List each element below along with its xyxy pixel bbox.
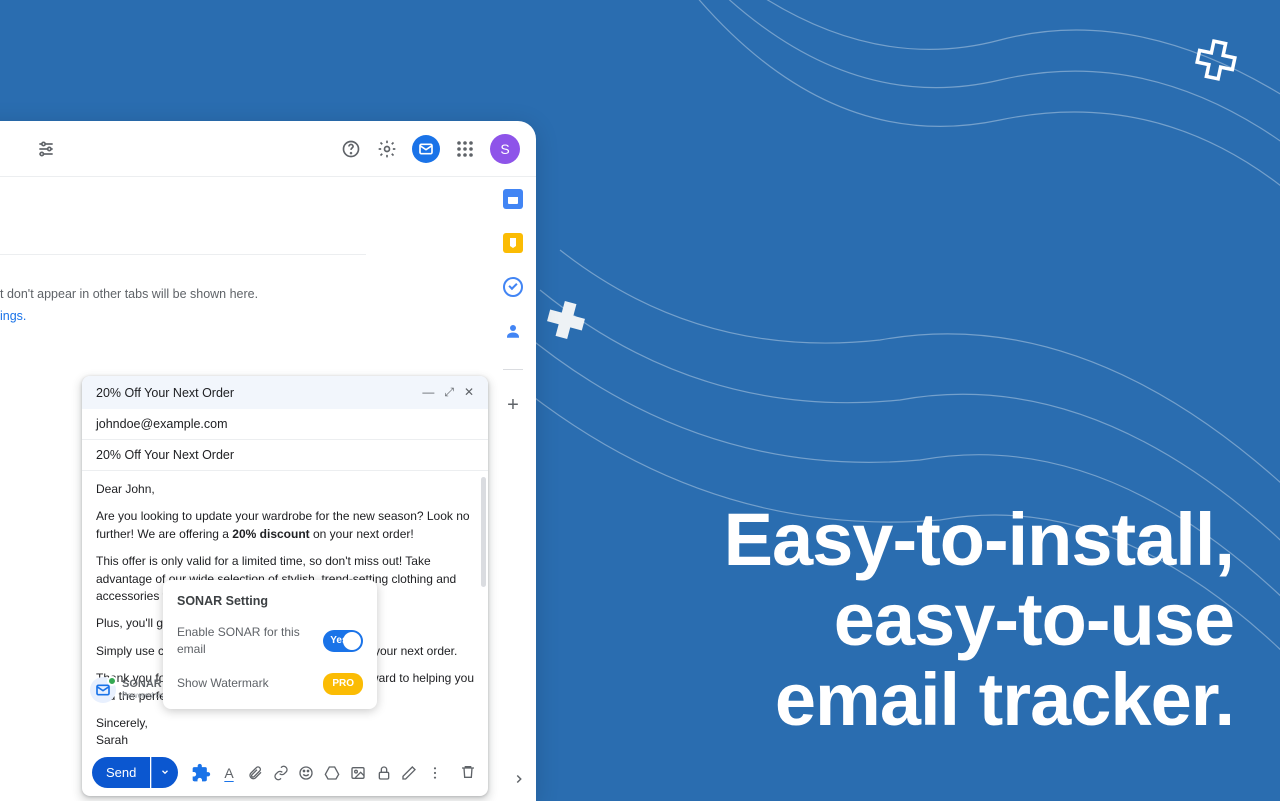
lock-icon[interactable] bbox=[375, 764, 393, 782]
compose-subject-field[interactable]: 20% Off Your Next Order bbox=[82, 440, 488, 471]
body-sig2: Sarah bbox=[96, 732, 474, 749]
hero-text: Easy-to-install, easy-to-use email track… bbox=[724, 500, 1234, 740]
inbox-empty-area: t don't appear in other tabs will be sho… bbox=[0, 177, 536, 323]
enable-sonar-toggle[interactable]: Yes bbox=[323, 630, 363, 652]
popover-watermark-label: Show Watermark bbox=[177, 675, 269, 692]
sonar-settings-popover: SONAR Setting Enable SONAR for this emai… bbox=[163, 580, 377, 709]
sonar-logo-icon bbox=[90, 677, 116, 703]
send-options-button[interactable] bbox=[151, 757, 178, 788]
hero-line-3: email tracker. bbox=[775, 658, 1234, 741]
hero-line-1: Easy-to-install, bbox=[724, 498, 1234, 581]
scroll-thumb[interactable] bbox=[481, 477, 486, 587]
contacts-icon[interactable] bbox=[503, 321, 523, 341]
top-toolbar: S bbox=[0, 121, 536, 177]
compose-header: 20% Off Your Next Order — ⤢ ✕ bbox=[82, 376, 488, 409]
extension-icon[interactable] bbox=[190, 762, 212, 784]
more-icon[interactable] bbox=[426, 764, 444, 782]
image-icon[interactable] bbox=[349, 764, 367, 782]
compose-toolbar: Send A bbox=[82, 751, 488, 796]
compose-title: 20% Off Your Next Order bbox=[96, 386, 422, 400]
discard-icon[interactable] bbox=[460, 764, 478, 782]
sonar-mail-icon[interactable] bbox=[412, 135, 440, 163]
apps-grid-icon[interactable] bbox=[454, 138, 476, 160]
link-icon[interactable] bbox=[272, 764, 290, 782]
body-sig1: Sincerely, bbox=[96, 715, 474, 732]
format-text-icon[interactable]: A bbox=[220, 764, 238, 782]
close-icon[interactable]: ✕ bbox=[464, 385, 474, 400]
popover-enable-label: Enable SONAR for this email bbox=[177, 624, 323, 659]
collapse-side-icon[interactable] bbox=[512, 772, 526, 791]
sonar-watermark: SONAR Powered by M bbox=[90, 677, 173, 703]
inbox-hint-text: t don't appear in other tabs will be sho… bbox=[0, 287, 536, 301]
send-button[interactable]: Send bbox=[92, 757, 150, 788]
hero-line-2: easy-to-use bbox=[834, 578, 1234, 661]
user-avatar[interactable]: S bbox=[490, 134, 520, 164]
body-greeting: Dear John, bbox=[96, 481, 474, 498]
compose-to-field[interactable]: johndoe@example.com bbox=[82, 409, 488, 440]
side-panel: + bbox=[490, 181, 536, 417]
tasks-icon[interactable] bbox=[503, 277, 523, 297]
keep-icon[interactable] bbox=[503, 233, 523, 253]
side-divider bbox=[503, 369, 523, 370]
compose-body[interactable]: Dear John, Are you looking to update you… bbox=[82, 471, 488, 751]
body-p1: Are you looking to update your wardrobe … bbox=[96, 508, 474, 543]
compose-window: 20% Off Your Next Order — ⤢ ✕ johndoe@ex… bbox=[82, 376, 488, 796]
add-panel-icon[interactable]: + bbox=[507, 394, 519, 417]
cross-decoration bbox=[544, 298, 588, 342]
calendar-icon[interactable] bbox=[503, 189, 523, 209]
settings-icon[interactable] bbox=[376, 138, 398, 160]
pro-badge: PRO bbox=[323, 673, 363, 696]
help-icon[interactable] bbox=[340, 138, 362, 160]
popover-title: SONAR Setting bbox=[177, 592, 363, 610]
inbox-settings-link[interactable]: ings. bbox=[0, 309, 536, 323]
minimize-icon[interactable]: — bbox=[422, 385, 434, 400]
pen-icon[interactable] bbox=[401, 764, 419, 782]
emoji-icon[interactable] bbox=[297, 764, 315, 782]
drive-icon[interactable] bbox=[323, 764, 341, 782]
filter-icon[interactable] bbox=[35, 138, 57, 160]
brand-logo bbox=[1194, 38, 1238, 82]
expand-icon[interactable]: ⤢ bbox=[444, 385, 454, 400]
attach-icon[interactable] bbox=[246, 764, 264, 782]
